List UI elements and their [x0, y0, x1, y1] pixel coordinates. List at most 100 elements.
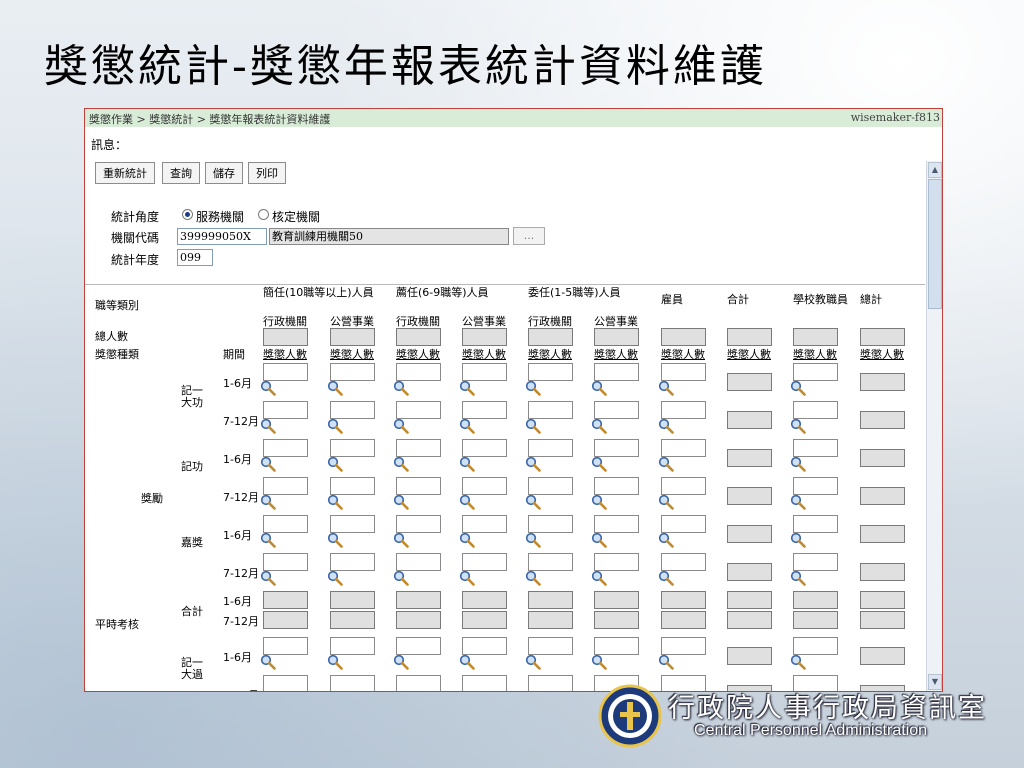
magnifier-icon[interactable] [658, 532, 674, 548]
count-input[interactable] [528, 515, 573, 533]
count-input[interactable] [462, 439, 507, 457]
count-input[interactable] [528, 439, 573, 457]
magnifier-icon[interactable] [525, 532, 541, 548]
count-input[interactable] [330, 401, 375, 419]
magnifier-icon[interactable] [525, 418, 541, 434]
count-input[interactable] [330, 363, 375, 381]
count-input[interactable] [462, 477, 507, 495]
count-input[interactable] [594, 477, 639, 495]
magnifier-icon[interactable] [327, 494, 343, 510]
radio-service-org[interactable] [182, 209, 193, 220]
magnifier-icon[interactable] [591, 494, 607, 510]
magnifier-icon[interactable] [459, 494, 475, 510]
count-input[interactable] [396, 515, 441, 533]
magnifier-icon[interactable] [525, 654, 541, 670]
count-input[interactable] [263, 477, 308, 495]
magnifier-icon[interactable] [327, 570, 343, 586]
magnifier-icon[interactable] [327, 456, 343, 472]
magnifier-icon[interactable] [525, 380, 541, 396]
scroll-thumb[interactable] [928, 179, 942, 309]
count-input[interactable] [263, 637, 308, 655]
count-input[interactable] [528, 363, 573, 381]
count-input[interactable] [528, 637, 573, 655]
count-input[interactable] [396, 477, 441, 495]
magnifier-icon[interactable] [393, 654, 409, 670]
count-input[interactable] [396, 553, 441, 571]
magnifier-icon[interactable] [790, 654, 806, 670]
count-input[interactable] [528, 401, 573, 419]
count-input[interactable] [793, 363, 838, 381]
count-input[interactable] [396, 637, 441, 655]
print-button[interactable]: 列印 [248, 162, 286, 184]
magnifier-icon[interactable] [260, 570, 276, 586]
magnifier-icon[interactable] [459, 418, 475, 434]
count-input[interactable] [793, 515, 838, 533]
count-input[interactable] [396, 675, 441, 691]
count-input[interactable] [330, 439, 375, 457]
count-input[interactable] [793, 553, 838, 571]
recalculate-button[interactable]: 重新統計 [95, 162, 155, 184]
count-input[interactable] [330, 637, 375, 655]
magnifier-icon[interactable] [658, 456, 674, 472]
magnifier-icon[interactable] [260, 418, 276, 434]
count-input[interactable] [396, 363, 441, 381]
count-input[interactable] [263, 553, 308, 571]
count-input[interactable] [594, 553, 639, 571]
count-input[interactable] [594, 439, 639, 457]
count-input[interactable] [661, 477, 706, 495]
magnifier-icon[interactable] [327, 380, 343, 396]
magnifier-icon[interactable] [591, 532, 607, 548]
magnifier-icon[interactable] [260, 532, 276, 548]
magnifier-icon[interactable] [459, 570, 475, 586]
count-input[interactable] [462, 515, 507, 533]
magnifier-icon[interactable] [393, 456, 409, 472]
magnifier-icon[interactable] [591, 456, 607, 472]
count-input[interactable] [594, 515, 639, 533]
magnifier-icon[interactable] [658, 570, 674, 586]
magnifier-icon[interactable] [260, 380, 276, 396]
count-input[interactable] [661, 515, 706, 533]
magnifier-icon[interactable] [591, 418, 607, 434]
save-button[interactable]: 儲存 [205, 162, 243, 184]
magnifier-icon[interactable] [525, 456, 541, 472]
magnifier-icon[interactable] [393, 494, 409, 510]
magnifier-icon[interactable] [658, 418, 674, 434]
magnifier-icon[interactable] [658, 494, 674, 510]
count-input[interactable] [462, 675, 507, 691]
org-code-input[interactable]: 399999050X [177, 228, 267, 245]
count-input[interactable] [263, 675, 308, 691]
magnifier-icon[interactable] [327, 418, 343, 434]
count-input[interactable] [793, 477, 838, 495]
magnifier-icon[interactable] [525, 494, 541, 510]
count-input[interactable] [594, 637, 639, 655]
count-input[interactable] [462, 401, 507, 419]
count-input[interactable] [793, 401, 838, 419]
count-input[interactable] [263, 401, 308, 419]
count-input[interactable] [330, 675, 375, 691]
count-input[interactable] [661, 553, 706, 571]
count-input[interactable] [263, 363, 308, 381]
magnifier-icon[interactable] [459, 654, 475, 670]
query-button[interactable]: 查詢 [162, 162, 200, 184]
count-input[interactable] [330, 515, 375, 533]
year-input[interactable]: 099 [177, 249, 213, 266]
count-input[interactable] [263, 439, 308, 457]
magnifier-icon[interactable] [327, 532, 343, 548]
magnifier-icon[interactable] [393, 532, 409, 548]
vertical-scrollbar[interactable]: ▲ ▼ [926, 161, 942, 691]
magnifier-icon[interactable] [260, 456, 276, 472]
count-input[interactable] [462, 363, 507, 381]
magnifier-icon[interactable] [790, 380, 806, 396]
count-input[interactable] [528, 553, 573, 571]
magnifier-icon[interactable] [658, 654, 674, 670]
magnifier-icon[interactable] [790, 418, 806, 434]
org-lookup-button[interactable]: ... [513, 227, 545, 245]
magnifier-icon[interactable] [790, 532, 806, 548]
count-input[interactable] [661, 401, 706, 419]
count-input[interactable] [661, 439, 706, 457]
magnifier-icon[interactable] [260, 494, 276, 510]
count-input[interactable] [528, 675, 573, 691]
count-input[interactable] [528, 477, 573, 495]
magnifier-icon[interactable] [393, 418, 409, 434]
magnifier-icon[interactable] [591, 570, 607, 586]
